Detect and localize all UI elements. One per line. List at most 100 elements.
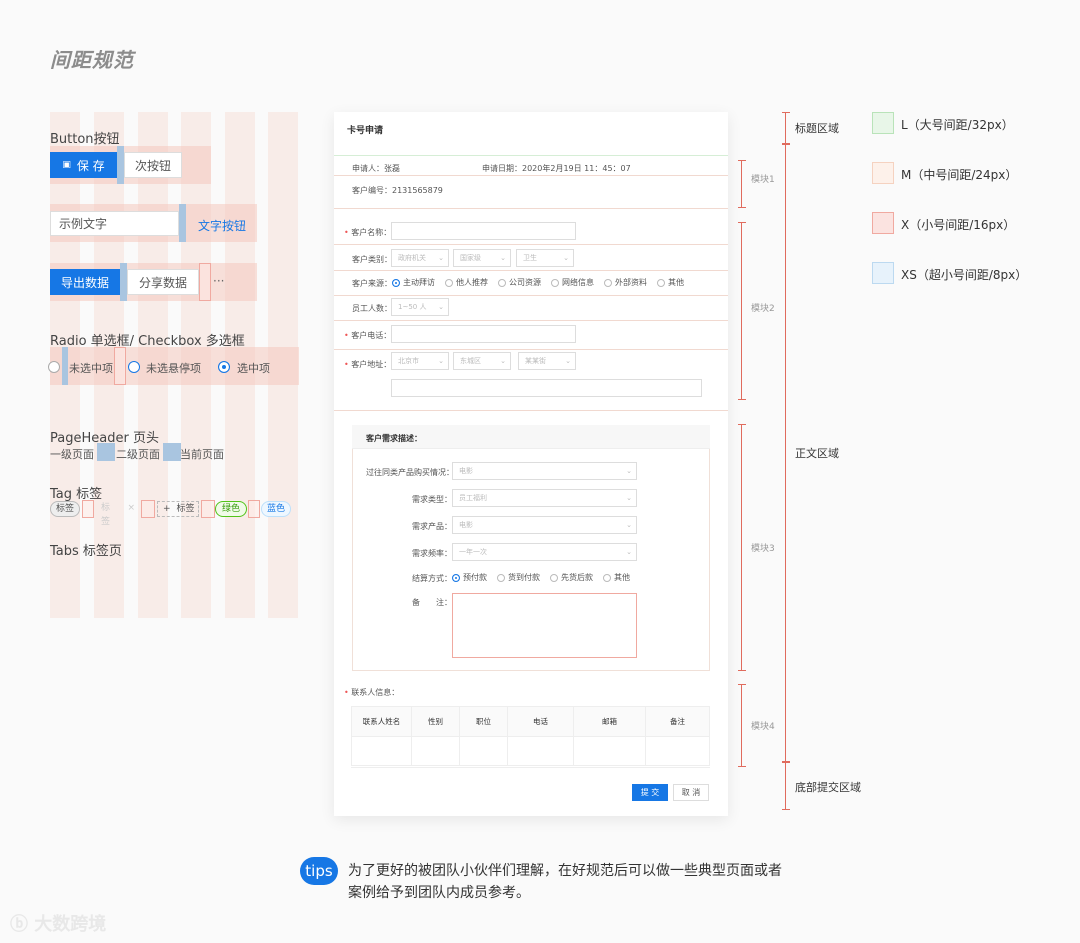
street-select[interactable]: 某某街 ⌄	[518, 352, 576, 370]
type-select-1[interactable]: 政府机关 ⌄	[391, 249, 449, 267]
need-product-select[interactable]: 电影 ⌄	[452, 516, 637, 534]
block1-bracket	[738, 160, 746, 208]
table-cell[interactable]	[646, 737, 709, 765]
customer-name-input[interactable]	[391, 222, 576, 240]
block4-bracket	[738, 684, 746, 767]
select-value: 1~50 人	[398, 303, 427, 311]
tag-closable[interactable]: 标签 ×	[96, 501, 140, 527]
radio-dot	[452, 573, 460, 582]
radio-dot	[445, 278, 453, 287]
page-title: 间距规范	[50, 48, 134, 72]
radio-selected[interactable]	[218, 361, 230, 373]
radio-unselected[interactable]	[48, 361, 60, 373]
save-button-label: 保 存	[76, 158, 105, 173]
select-value: 电影	[459, 521, 473, 529]
source-radio-label: 外部资料	[615, 278, 647, 287]
divider	[334, 349, 728, 350]
cancel-button[interactable]: 取 消	[673, 784, 709, 801]
source-radio[interactable]: 他人推荐	[445, 277, 488, 288]
tabs-section-title: Tabs 标签页	[50, 544, 122, 559]
select-value: 卫生	[523, 254, 537, 262]
plus-icon: +	[163, 504, 171, 514]
source-radio[interactable]: 外部资料	[604, 277, 647, 288]
spacing-marker	[117, 146, 124, 184]
block3-label: 模块3	[751, 544, 775, 554]
bottom-area-label: 底部提交区域	[795, 781, 861, 794]
breadcrumb-separator	[163, 443, 181, 461]
tag-section-title: Tag 标签	[50, 487, 103, 502]
source-radio-label: 网络信息	[562, 278, 594, 287]
select-value: 北京市	[398, 357, 419, 365]
legend-M: M（中号间距/24px）	[901, 168, 1018, 182]
source-radio-label: 公司资源	[509, 278, 541, 287]
radio-hover[interactable]	[128, 361, 140, 373]
settle-label: 结算方式：	[412, 574, 452, 583]
spacing-marker	[62, 347, 68, 385]
table-cell[interactable]	[412, 737, 460, 765]
breadcrumb-level1[interactable]: 一级页面	[50, 446, 94, 462]
chevron-down-icon: ⌄	[438, 357, 444, 365]
district-select[interactable]: 东城区 ⌄	[453, 352, 511, 370]
table-cell[interactable]	[352, 737, 412, 765]
source-radio[interactable]: 公司资源	[498, 277, 541, 288]
select-value: 国家级	[460, 254, 481, 262]
customer-name-label-text: 客户名称：	[351, 228, 392, 237]
remark-label: 备 注：	[412, 598, 452, 607]
breadcrumb-level2[interactable]: 二级页面	[116, 446, 160, 462]
source-radio[interactable]: 网络信息	[551, 277, 594, 288]
table-header-cell: 邮箱	[574, 707, 646, 736]
type-select-2[interactable]: 国家级 ⌄	[453, 249, 511, 267]
divider	[334, 175, 728, 176]
block1-label: 模块1	[751, 175, 775, 185]
select-value: 电影	[459, 467, 473, 475]
address-label-text: 客户地址：	[351, 360, 392, 369]
close-icon[interactable]: ×	[127, 501, 135, 517]
more-icon[interactable]: ···	[213, 274, 224, 288]
divider	[334, 155, 728, 156]
text-button[interactable]: 文字按钮	[198, 217, 246, 234]
source-radio-label: 主动拜访	[403, 278, 435, 287]
table-cell[interactable]	[574, 737, 646, 765]
body-area-bracket	[782, 144, 790, 762]
source-radio[interactable]: 其他	[657, 277, 684, 288]
title-area-bracket	[782, 112, 790, 144]
save-button[interactable]: ▣ 保 存	[50, 152, 117, 178]
spacing-marker	[248, 500, 260, 518]
radio-dot	[498, 278, 506, 287]
chevron-down-icon: ⌄	[563, 254, 569, 262]
tips-text: 为了更好的被团队小伙伴们理解，在好规范后可以做一些典型页面或者案例给予到团队内成…	[348, 863, 782, 901]
tag-default[interactable]: 标签	[50, 501, 81, 517]
table-header-cell: 性别	[412, 707, 460, 736]
breadcrumb-current: 当前页面	[180, 448, 224, 461]
settle-radio[interactable]: 其他	[603, 572, 630, 583]
type-select-3[interactable]: 卫生 ⌄	[516, 249, 574, 267]
past-purchase-select[interactable]: 电影 ⌄	[452, 462, 637, 480]
submit-button[interactable]: 提 交	[632, 784, 668, 801]
employees-select[interactable]: 1~50 人 ⌄	[391, 298, 449, 316]
table-cell[interactable]	[508, 737, 574, 765]
legend-XS: XS（超小号间距/8px）	[901, 268, 1028, 282]
divider	[334, 244, 728, 245]
phone-input[interactable]	[391, 325, 576, 343]
divider	[334, 208, 728, 209]
watermark-logo: ⓑ 大数跨境	[10, 910, 106, 936]
tag-blue[interactable]: 蓝色	[261, 501, 292, 517]
table-cell[interactable]	[460, 737, 508, 765]
legend-L: L（大号间距/32px）	[901, 118, 1014, 132]
radio-dot	[551, 278, 559, 287]
tag-add[interactable]: + 标签	[157, 501, 199, 517]
settle-radio[interactable]: 先货后款	[550, 572, 593, 583]
address-detail-input[interactable]	[391, 379, 702, 397]
source-radio[interactable]: 主动拜访	[392, 277, 435, 288]
settle-radio[interactable]: 货到付款	[497, 572, 540, 583]
settle-radio[interactable]: 预付款	[452, 572, 487, 583]
share-button[interactable]: 分享数据	[127, 269, 199, 295]
export-button[interactable]: 导出数据	[50, 269, 120, 295]
province-select[interactable]: 北京市 ⌄	[391, 352, 449, 370]
sample-text-input[interactable]: 示例文字	[50, 211, 179, 236]
need-freq-select[interactable]: 一年一次 ⌄	[452, 543, 637, 561]
secondary-button[interactable]: 次按钮	[124, 152, 182, 178]
need-type-select[interactable]: 员工福利 ⌄	[452, 489, 637, 507]
tag-green[interactable]: 绿色	[215, 501, 248, 517]
remark-textarea[interactable]	[452, 593, 637, 658]
